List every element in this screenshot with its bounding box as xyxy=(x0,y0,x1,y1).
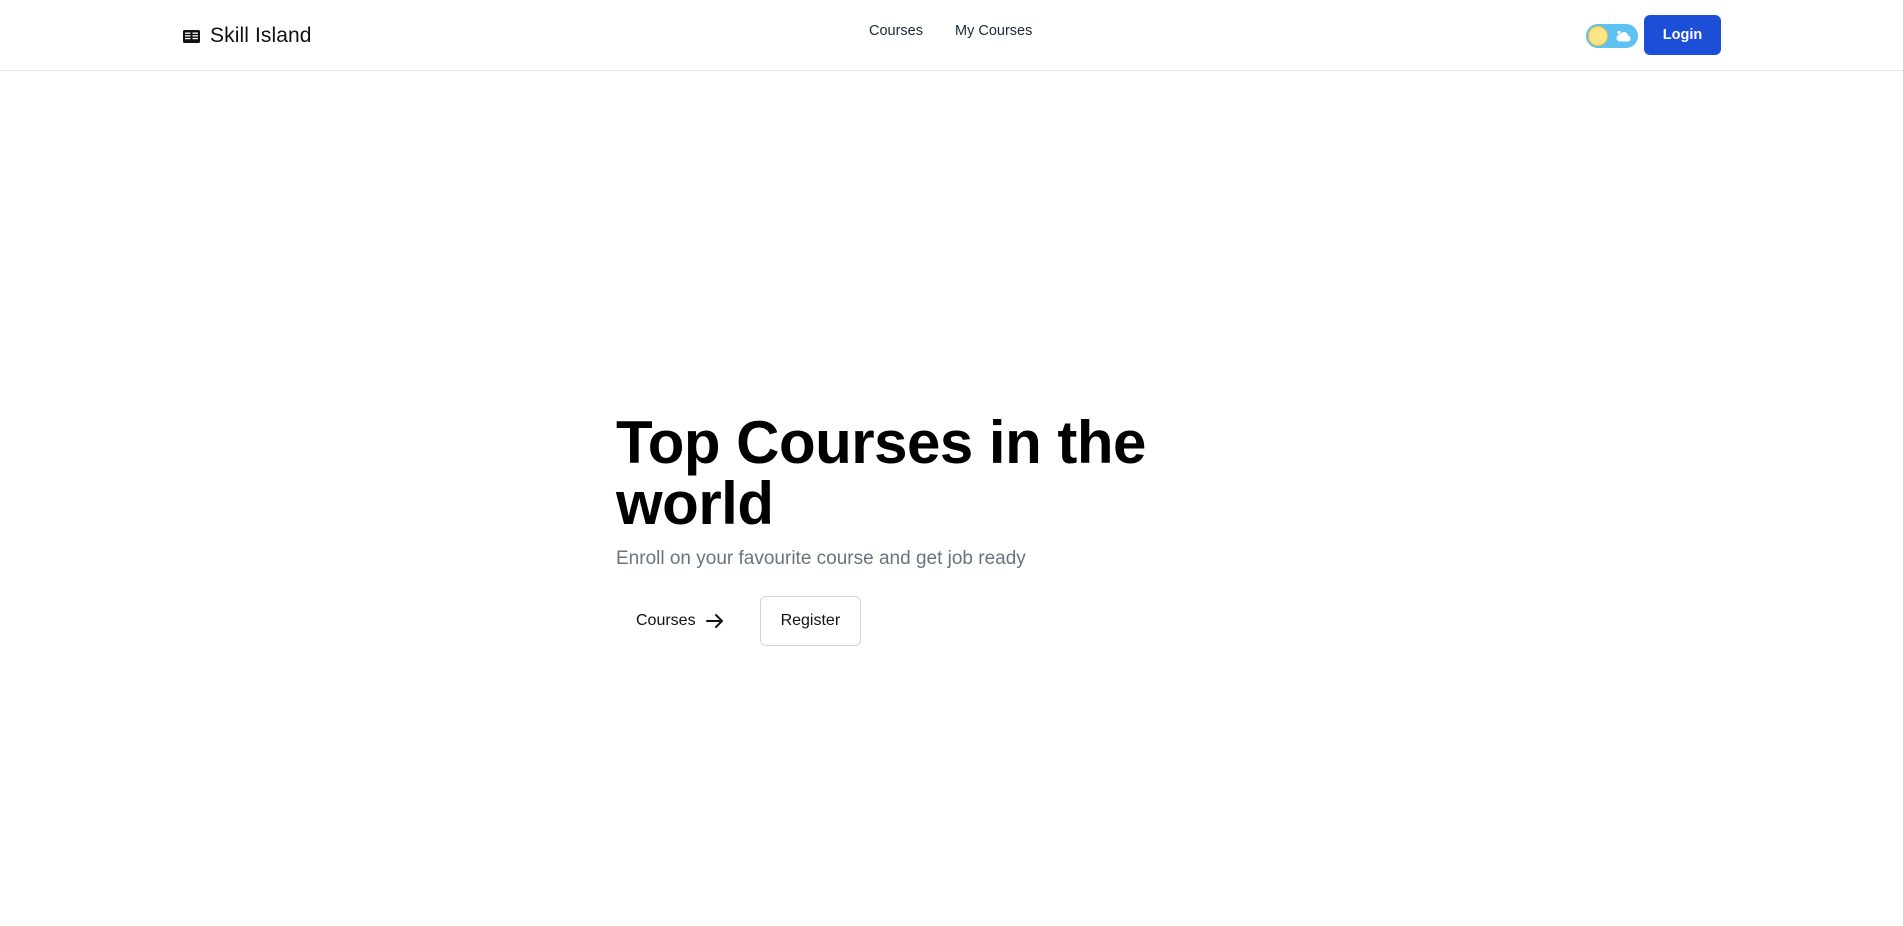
theme-toggle[interactable] xyxy=(1586,24,1638,48)
nav-link-courses[interactable]: Courses xyxy=(869,23,923,39)
hero-title: Top Courses in the world xyxy=(616,409,1146,537)
sun-icon xyxy=(1588,26,1608,46)
login-button[interactable]: Login xyxy=(1644,15,1721,55)
courses-button[interactable]: Courses xyxy=(616,596,744,646)
register-button[interactable]: Register xyxy=(759,596,862,646)
arrow-right-icon xyxy=(705,614,723,628)
hero-actions: Courses Register xyxy=(616,596,1236,646)
main-nav: Courses My Courses xyxy=(869,23,1032,39)
brand-name: Skill Island xyxy=(210,24,312,47)
brand-logo-link[interactable]: Skill Island xyxy=(183,20,312,52)
hero-section: Top Courses in the world Enroll on your … xyxy=(616,412,1236,646)
courses-button-label: Courses xyxy=(636,612,696,629)
nav-link-my-courses[interactable]: My Courses xyxy=(955,23,1032,39)
top-navbar: Skill Island Courses My Courses Login xyxy=(0,0,1903,71)
hero-subtitle: Enroll on your favourite course and get … xyxy=(616,548,1026,569)
cloud-icon xyxy=(1616,30,1631,42)
open-book-icon xyxy=(183,29,200,43)
